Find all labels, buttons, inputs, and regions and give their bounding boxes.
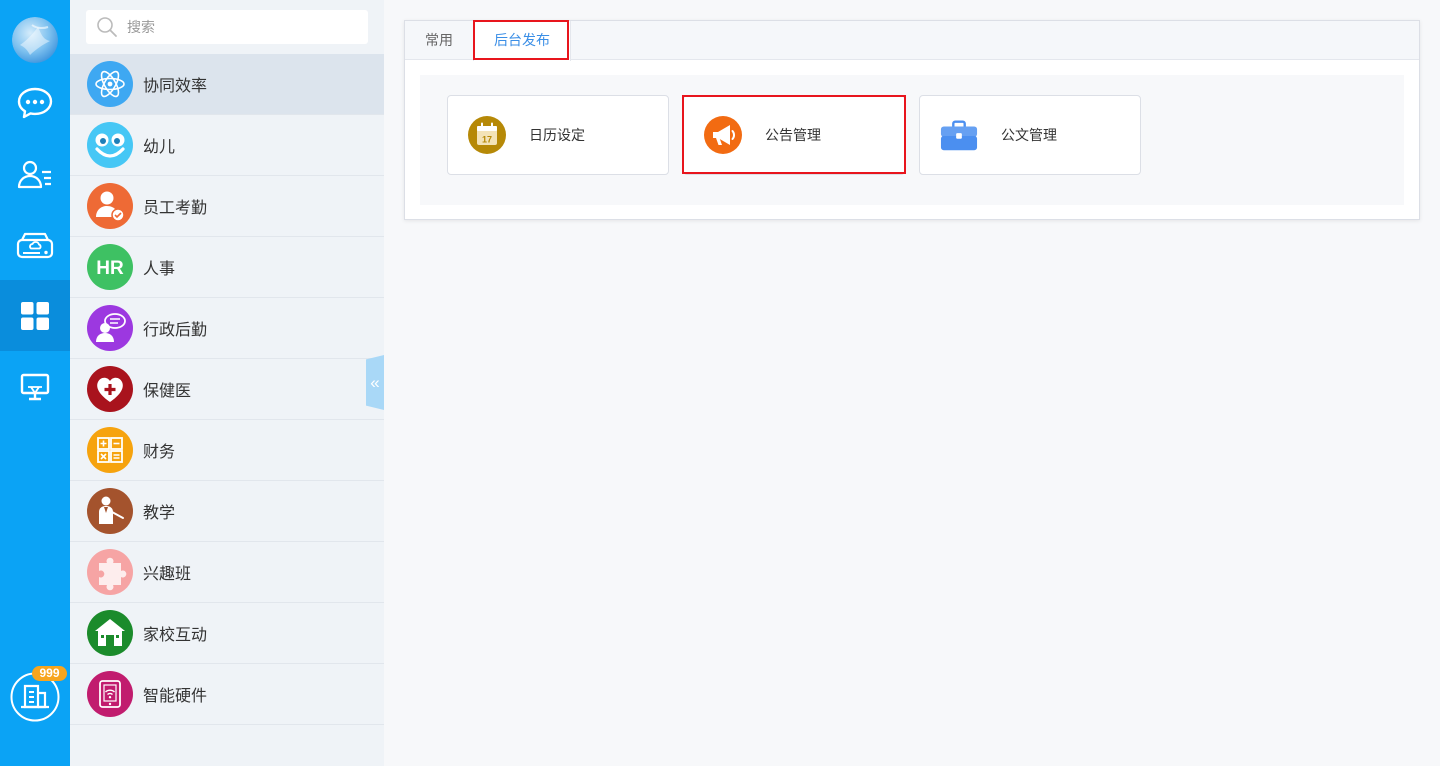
- module-item-teaching[interactable]: 教学: [70, 481, 384, 542]
- tile-label: 日历设定: [529, 127, 585, 143]
- module-item-smart-hardware[interactable]: 智能硬件: [70, 664, 384, 725]
- module-label: 人事: [143, 261, 176, 278]
- module-label: 幼儿: [143, 139, 176, 156]
- collapse-left-icon: «: [370, 372, 380, 392]
- tile-calendar-settings[interactable]: 17 日历设定: [447, 95, 669, 175]
- staff-attendance-icon: [87, 183, 133, 229]
- rail-nav: [0, 67, 70, 422]
- collapse-panel-button[interactable]: «: [366, 355, 384, 410]
- smart-device-icon: [87, 671, 133, 717]
- app-card: 常用 后台发布 17 日历设定 公告管理 公文管理: [404, 20, 1420, 220]
- contacts-icon: [17, 160, 51, 188]
- module-list: 协同效率 幼儿 员工考勤 HR 人事 行政后勤 保健医 财务 教学 兴趣班 家校…: [70, 54, 384, 725]
- calculator-icon: [87, 427, 133, 473]
- module-item-children[interactable]: 幼儿: [70, 115, 384, 176]
- module-label: 财务: [143, 444, 176, 461]
- tile-label: 公告管理: [765, 127, 821, 143]
- cloud-drive-icon: [16, 232, 54, 258]
- tile-label: 公文管理: [1001, 127, 1057, 143]
- module-item-attendance[interactable]: 员工考勤: [70, 176, 384, 237]
- teacher-icon: [87, 488, 133, 534]
- notification-badge: 999: [32, 666, 67, 681]
- tab-common[interactable]: 常用: [405, 21, 473, 60]
- module-item-admin[interactable]: 行政后勤: [70, 298, 384, 359]
- chat-bubble-icon: [17, 87, 53, 118]
- tile-document-management[interactable]: 公文管理: [919, 95, 1141, 175]
- child-face-icon: [87, 122, 133, 168]
- module-label: 行政后勤: [143, 322, 208, 339]
- module-item-collaboration[interactable]: 协同效率: [70, 54, 384, 115]
- tab-backend-publish[interactable]: 后台发布: [473, 21, 571, 61]
- monitor-icon: [20, 373, 50, 400]
- module-label: 智能硬件: [143, 688, 208, 705]
- search-input[interactable]: [127, 19, 357, 35]
- home-school-icon: [87, 610, 133, 656]
- hr-icon-text: HR: [96, 258, 124, 279]
- rail-item-contacts[interactable]: [0, 138, 70, 209]
- puzzle-icon: [87, 549, 133, 595]
- module-item-hr[interactable]: HR 人事: [70, 237, 384, 298]
- search-box: [86, 10, 368, 44]
- module-item-finance[interactable]: 财务: [70, 420, 384, 481]
- briefcase-icon: [940, 116, 978, 154]
- module-item-home-school[interactable]: 家校互动: [70, 603, 384, 664]
- module-label: 保健医: [143, 383, 192, 400]
- tile-list: 17 日历设定 公告管理 公文管理: [447, 95, 1141, 175]
- apps-grid-icon: [21, 301, 49, 330]
- rail-item-screen[interactable]: [0, 351, 70, 422]
- module-item-health[interactable]: 保健医: [70, 359, 384, 420]
- module-label: 兴趣班: [143, 566, 192, 583]
- module-label: 家校互动: [143, 627, 208, 644]
- tab-bar: 常用 后台发布: [405, 21, 1419, 61]
- hr-icon: HR: [87, 244, 133, 290]
- rail-item-cloud-drive[interactable]: [0, 209, 70, 280]
- module-label: 教学: [143, 505, 176, 522]
- rail-item-apps[interactable]: [0, 280, 70, 351]
- globe-avatar-icon: [12, 17, 58, 63]
- megaphone-icon: [704, 116, 742, 154]
- tile-announcement-management[interactable]: 公告管理: [683, 95, 905, 175]
- search-icon: [96, 16, 118, 38]
- health-heart-icon: [87, 366, 133, 412]
- module-panel: 协同效率 幼儿 员工考勤 HR 人事 行政后勤: [70, 0, 384, 766]
- admin-logistics-icon: [87, 305, 133, 351]
- rail-item-messages[interactable]: [0, 67, 70, 138]
- atom-icon: [87, 61, 133, 107]
- module-label: 协同效率: [143, 78, 208, 95]
- calendar-day-number: 17: [482, 135, 492, 145]
- user-avatar[interactable]: [12, 17, 58, 63]
- module-item-interest-class[interactable]: 兴趣班: [70, 542, 384, 603]
- tile-area: 17 日历设定 公告管理 公文管理: [420, 75, 1404, 205]
- icon-rail: 999: [0, 0, 70, 766]
- module-label: 员工考勤: [143, 200, 208, 217]
- calendar-icon: 17: [468, 116, 506, 154]
